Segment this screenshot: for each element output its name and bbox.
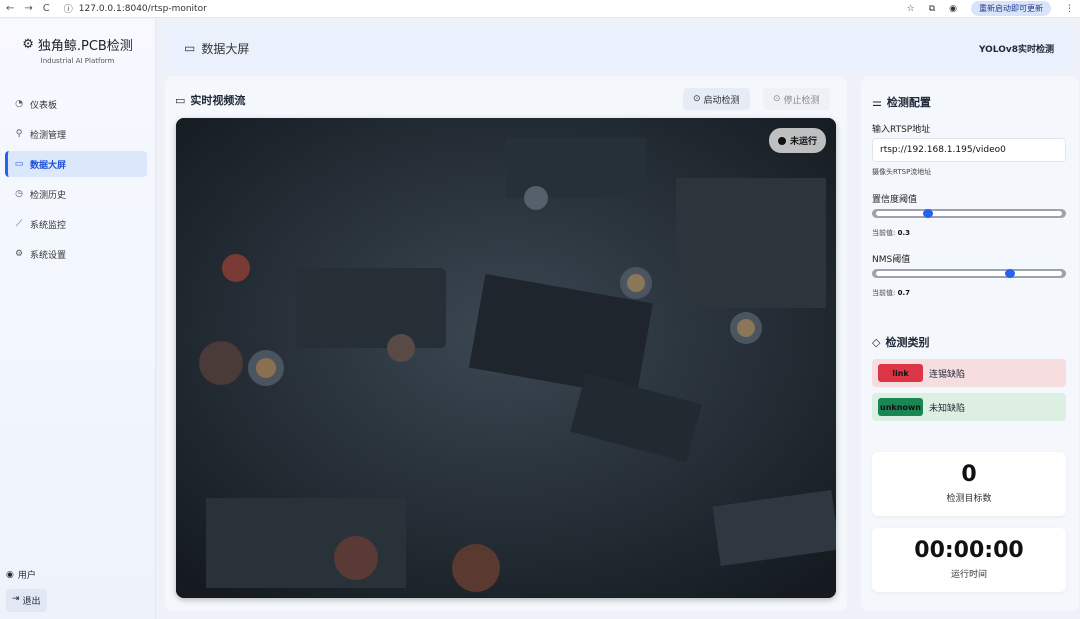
status-badge: 未运行: [768, 128, 826, 153]
rtsp-label: 输入RTSP地址: [872, 125, 931, 135]
logout-icon: ⇥: [12, 594, 20, 604]
reload-icon[interactable]: C: [43, 3, 50, 14]
gear-icon: ⚙: [14, 249, 24, 259]
extensions-icon[interactable]: ⧉: [929, 4, 935, 14]
video-stream: 未运行: [176, 118, 836, 598]
sidebar-item-history[interactable]: ◷ 检测历史: [5, 181, 147, 207]
confidence-slider-thumb[interactable]: [923, 209, 933, 218]
rtsp-input[interactable]: rtsp://192.168.1.195/video0: [872, 138, 1066, 162]
tag-icon: ◇: [872, 335, 881, 349]
forward-icon[interactable]: →: [24, 3, 32, 14]
sidebar-item-settings[interactable]: ⚙ 系统设置: [5, 241, 147, 267]
config-title: 检测配置: [886, 96, 931, 109]
dashboard-icon: ◔: [15, 99, 23, 109]
class-item-link: link 连锡缺陷: [872, 359, 1066, 387]
confidence-number: 0.3: [897, 229, 910, 237]
sidebar-item-label: 系统监控: [30, 220, 67, 231]
runtime-value: 00:00:00: [914, 538, 1024, 563]
sidebar-item-label: 系统设置: [30, 250, 67, 261]
menu-icon[interactable]: ⋮: [1065, 4, 1074, 14]
clock-icon: ◷: [15, 189, 23, 199]
status-text: 未运行: [789, 137, 817, 147]
update-pill[interactable]: 重新启动即可更新: [971, 1, 1051, 16]
page-header: ▭ 数据大屏 YOLOv8实时检测: [164, 25, 1074, 71]
class-item-unknown: unknown 未知缺陷: [872, 393, 1066, 421]
sidebar-item-label: 检测管理: [30, 130, 67, 141]
runtime-card: 00:00:00 运行时间: [872, 528, 1066, 592]
model-label: YOLOv8实时检测: [978, 44, 1054, 55]
target-count-label: 检测目标数: [946, 494, 992, 504]
user-label: 用户: [17, 571, 36, 581]
nms-value: 当前值: 0.7: [872, 288, 910, 298]
runtime-label: 运行时间: [950, 570, 987, 580]
nms-number: 0.7: [897, 289, 910, 297]
logout-label: 退出: [22, 597, 41, 607]
play-icon: ⊙: [693, 94, 701, 104]
search-icon: ⚲: [15, 129, 23, 139]
class-tag: link: [878, 364, 923, 382]
sidebar-item-monitor[interactable]: ⟋ 系统监控: [5, 211, 147, 237]
monitor-icon: ▭: [14, 159, 24, 169]
classes-section-title: ◇ 检测类别: [872, 334, 929, 350]
target-count-card: 0 检测目标数: [872, 452, 1066, 516]
monitor-icon: ▭: [175, 93, 186, 107]
stop-icon: ⊙: [773, 94, 781, 104]
stop-detection-button[interactable]: ⊙ 停止检测: [763, 88, 830, 110]
brand: ⚙ 独角鲸.PCB检测 Industrial AI Platform: [0, 35, 155, 65]
star-icon[interactable]: ☆: [907, 4, 915, 14]
start-detection-button[interactable]: ⊙ 启动检测: [683, 88, 750, 110]
sidebar-item-data-screen[interactable]: ▭ 数据大屏: [5, 151, 147, 177]
target-count-value: 0: [961, 462, 977, 487]
video-panel-title: 实时视频流: [190, 94, 246, 107]
confidence-prefix: 当前值:: [872, 229, 896, 237]
chip-logo-icon: ⚙: [22, 37, 34, 52]
status-dot-icon: [777, 136, 786, 145]
nms-slider[interactable]: [872, 269, 1066, 278]
confidence-label: 置信度阈值: [872, 195, 918, 205]
nms-slider-thumb[interactable]: [1005, 269, 1015, 278]
video-panel: ▭ 实时视频流 ⊙ 启动检测 ⊙ 停止检测 未运行: [165, 76, 847, 611]
sidebar-menu: ◔ 仪表板 ⚲ 检测管理 ▭ 数据大屏 ◷ 检测历史 ⟋ 系统监控 ⚙ 系统设置: [0, 91, 155, 267]
sidebar-item-label: 检测历史: [30, 190, 67, 201]
start-label: 启动检测: [703, 95, 740, 106]
class-label: 未知缺陷: [929, 403, 966, 414]
classes-title: 检测类别: [885, 336, 930, 349]
sidebar-item-label: 仪表板: [30, 100, 58, 111]
info-icon[interactable]: ⓘ: [64, 2, 73, 15]
config-section-title: ⚌ 检测配置: [872, 94, 931, 110]
chart-line-icon: ⟋: [15, 219, 23, 229]
class-tag: unknown: [878, 398, 923, 416]
confidence-value: 当前值: 0.3: [872, 228, 910, 238]
sidebar-item-detection[interactable]: ⚲ 检测管理: [5, 121, 147, 147]
sidebar-item-dashboard[interactable]: ◔ 仪表板: [5, 91, 147, 117]
pcb-background-image: [176, 118, 836, 598]
address-bar[interactable]: 127.0.0.1:8040/rtsp-monitor: [79, 4, 207, 14]
user-icon: ◉: [6, 569, 14, 580]
rtsp-hint: 摄像头RTSP流地址: [872, 168, 932, 176]
profile-icon[interactable]: ◉: [949, 4, 957, 14]
back-icon[interactable]: ←: [6, 3, 14, 14]
logout-button[interactable]: ⇥ 退出: [6, 589, 47, 612]
sidebar-item-label: 数据大屏: [30, 160, 67, 171]
sliders-icon: ⚌: [872, 95, 882, 109]
confidence-slider[interactable]: [872, 209, 1066, 218]
nms-prefix: 当前值:: [872, 289, 896, 297]
user-info[interactable]: ◉ 用户: [6, 568, 36, 582]
stop-label: 停止检测: [783, 95, 820, 106]
brand-title: 独角鲸.PCB检测: [37, 39, 133, 54]
config-panel: ⚌ 检测配置 输入RTSP地址 rtsp://192.168.1.195/vide…: [861, 76, 1079, 611]
monitor-icon: ▭: [184, 41, 196, 55]
nms-label: NMS阈值: [872, 255, 911, 265]
browser-toolbar: ← → C ⓘ 127.0.0.1:8040/rtsp-monitor ☆ ⧉ …: [0, 0, 1080, 18]
brand-subtitle: Industrial AI Platform: [40, 57, 115, 65]
sidebar: ⚙ 独角鲸.PCB检测 Industrial AI Platform ◔ 仪表板 ⚲…: [0, 19, 156, 619]
class-label: 连锡缺陷: [929, 369, 966, 380]
page-title: 数据大屏: [201, 41, 250, 56]
